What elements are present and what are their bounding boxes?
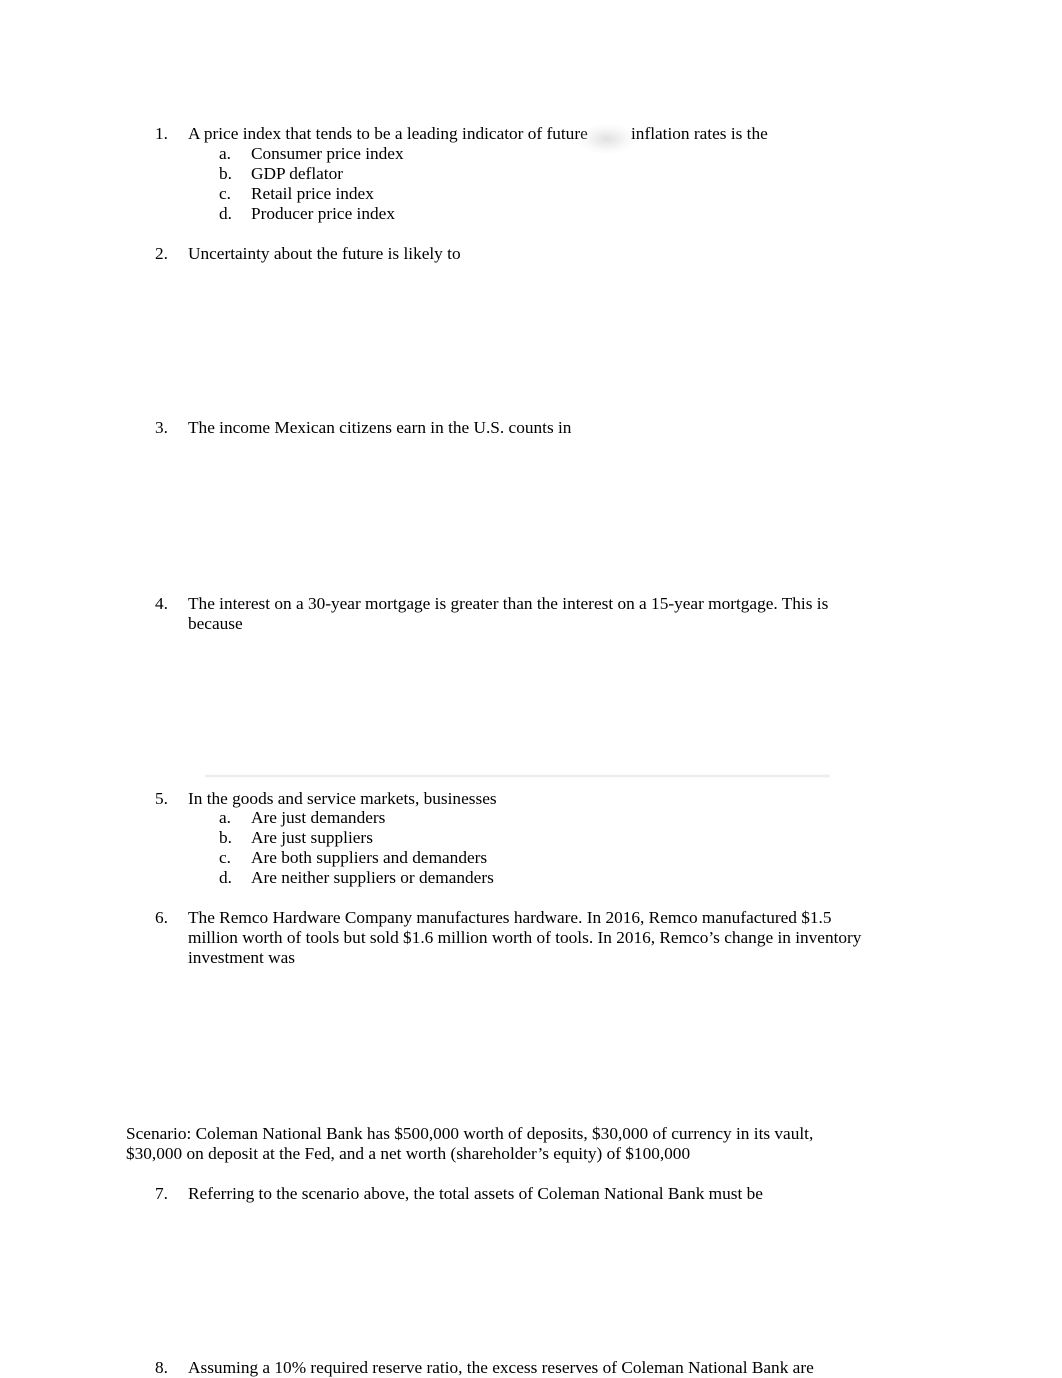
- question-text: The income Mexican citizens earn in the …: [188, 418, 572, 437]
- option-text: Are both suppliers and demanders: [251, 848, 488, 867]
- question-text: Assuming a 10% required reserve ratio, t…: [188, 1358, 814, 1377]
- option-letter: d.: [219, 868, 232, 887]
- question-number: 1.: [155, 124, 168, 143]
- question-text-continued: inflation rates is the: [631, 124, 768, 143]
- question-text: Referring to the scenario above, the tot…: [188, 1184, 763, 1203]
- scenario-text: $30,000 on deposit at the Fed, and a net…: [126, 1144, 691, 1163]
- question-text: In the goods and service markets, busine…: [188, 789, 497, 808]
- scenario-text: Scenario: Coleman National Bank has $500…: [126, 1124, 814, 1143]
- option-letter: b.: [219, 828, 232, 847]
- option-text: Retail price index: [251, 184, 374, 203]
- question-text: A price index that tends to be a leading…: [188, 124, 588, 143]
- faint-divider: [205, 774, 830, 778]
- option-text: Are just suppliers: [251, 828, 373, 847]
- option-text: GDP deflator: [251, 164, 343, 183]
- question-number: 7.: [155, 1184, 168, 1203]
- question-text: because: [188, 614, 243, 633]
- question-text: The Remco Hardware Company manufactures …: [188, 908, 832, 927]
- question-number: 5.: [155, 789, 168, 808]
- option-letter: c.: [219, 848, 231, 867]
- question-number: 4.: [155, 594, 168, 613]
- question-number: 3.: [155, 418, 168, 437]
- question-number: 8.: [155, 1358, 168, 1377]
- question-number: 6.: [155, 908, 168, 927]
- option-letter: d.: [219, 204, 232, 223]
- question-text: million worth of tools but sold $1.6 mil…: [188, 928, 862, 947]
- option-letter: b.: [219, 164, 232, 183]
- question-text: The interest on a 30-year mortgage is gr…: [188, 594, 829, 613]
- option-text: Consumer price index: [251, 144, 404, 163]
- option-text: Producer price index: [251, 204, 395, 223]
- option-letter: a.: [219, 144, 231, 163]
- question-text: investment was: [188, 948, 296, 967]
- question-text: Uncertainty about the future is likely t…: [188, 244, 461, 263]
- smudge-mark: [578, 124, 636, 154]
- question-number: 2.: [155, 244, 168, 263]
- option-text: Are neither suppliers or demanders: [251, 868, 494, 887]
- option-letter: a.: [219, 808, 231, 827]
- option-letter: c.: [219, 184, 231, 203]
- option-text: Are just demanders: [251, 808, 386, 827]
